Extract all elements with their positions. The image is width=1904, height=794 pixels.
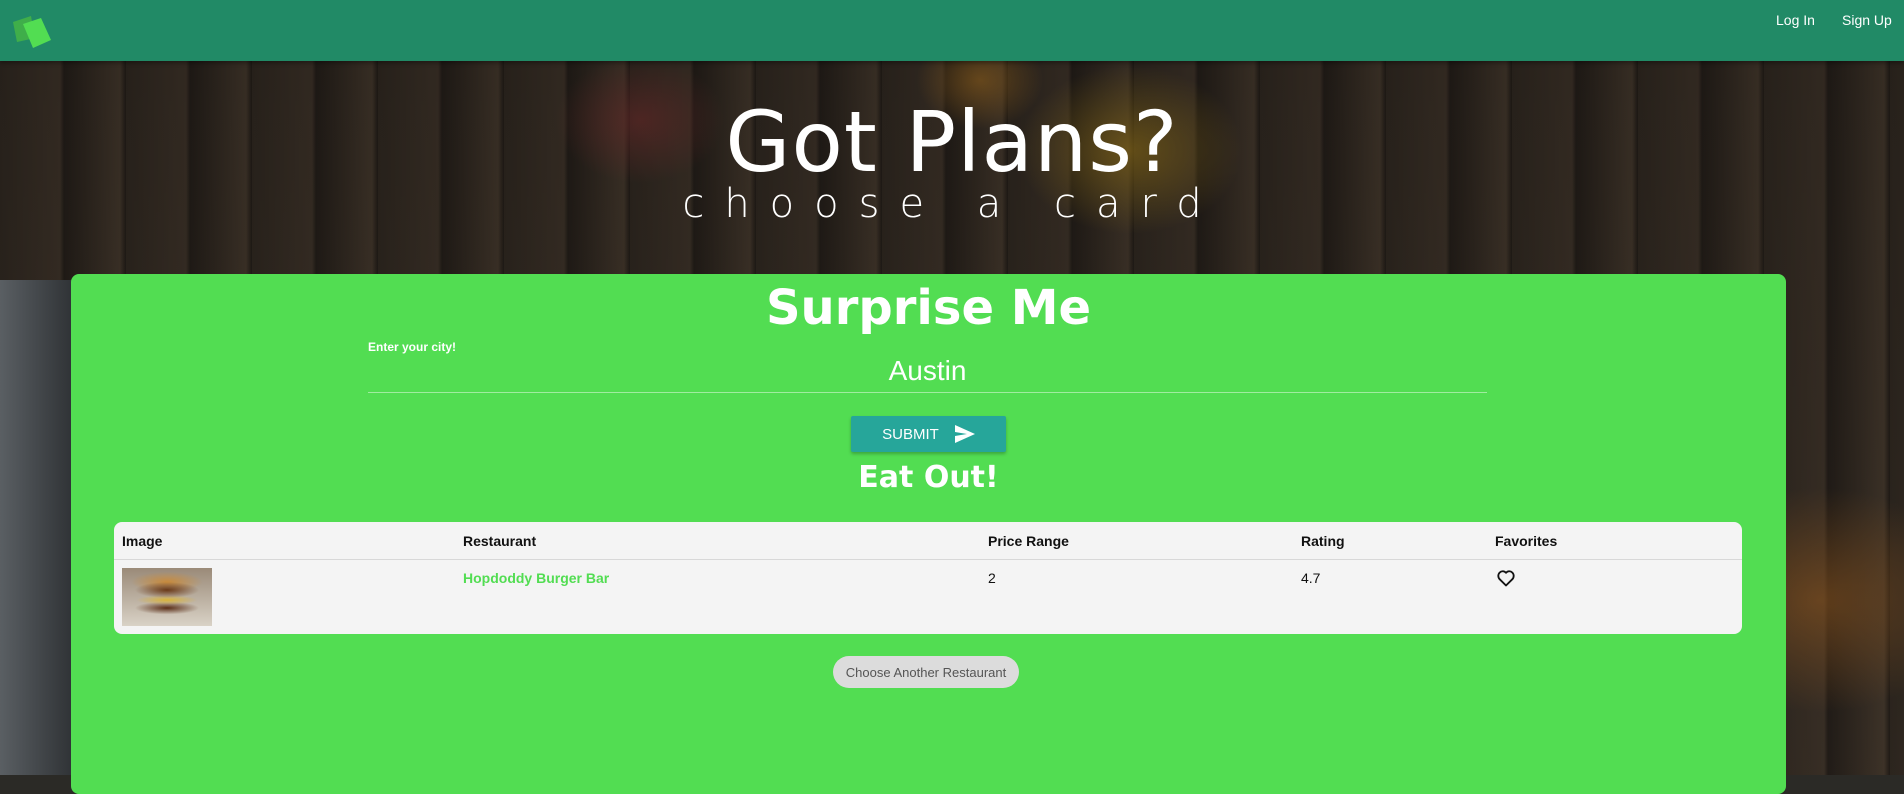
signup-link[interactable]: Sign Up <box>1842 12 1892 28</box>
choose-another-button[interactable]: Choose Another Restaurant <box>833 656 1019 688</box>
restaurant-link[interactable]: Hopdoddy Burger Bar <box>463 570 609 586</box>
table-row: Hopdoddy Burger Bar 2 4.7 <box>114 560 1742 635</box>
navbar: Log In Sign Up <box>0 0 1904 61</box>
cell-rating: 4.7 <box>1301 570 1321 586</box>
cell-favorites <box>1487 560 1742 635</box>
cell-price-range: 2 <box>988 570 996 586</box>
restaurant-table: Image Restaurant Price Range Rating Favo… <box>114 522 1742 634</box>
cell-image <box>114 560 455 635</box>
section-title: Eat Out! <box>858 460 999 495</box>
table-header-row: Image Restaurant Price Range Rating Favo… <box>114 522 1742 560</box>
submit-button[interactable]: SUBMIT <box>851 416 1006 452</box>
background-detail <box>0 280 80 775</box>
card-title: Surprise Me <box>765 280 1092 336</box>
restaurant-image <box>122 568 212 626</box>
header-restaurant: Restaurant <box>455 522 980 560</box>
submit-label: SUBMIT <box>882 425 939 443</box>
cell-restaurant: Hopdoddy Burger Bar <box>455 560 980 635</box>
surprise-card: Surprise Me Enter your city! SUBMIT Eat … <box>71 274 1786 794</box>
header-price-range: Price Range <box>980 522 1293 560</box>
send-icon <box>954 425 975 443</box>
heart-outline-icon[interactable] <box>1496 568 1516 588</box>
city-input[interactable] <box>368 350 1487 393</box>
hero-title: Got Plans? <box>725 93 1179 191</box>
header-image: Image <box>114 522 455 560</box>
header-favorites: Favorites <box>1487 522 1742 560</box>
logo-icon[interactable] <box>13 14 51 48</box>
header-rating: Rating <box>1293 522 1487 560</box>
login-link[interactable]: Log In <box>1776 12 1815 28</box>
hero-subtitle: choose a card <box>682 181 1222 227</box>
